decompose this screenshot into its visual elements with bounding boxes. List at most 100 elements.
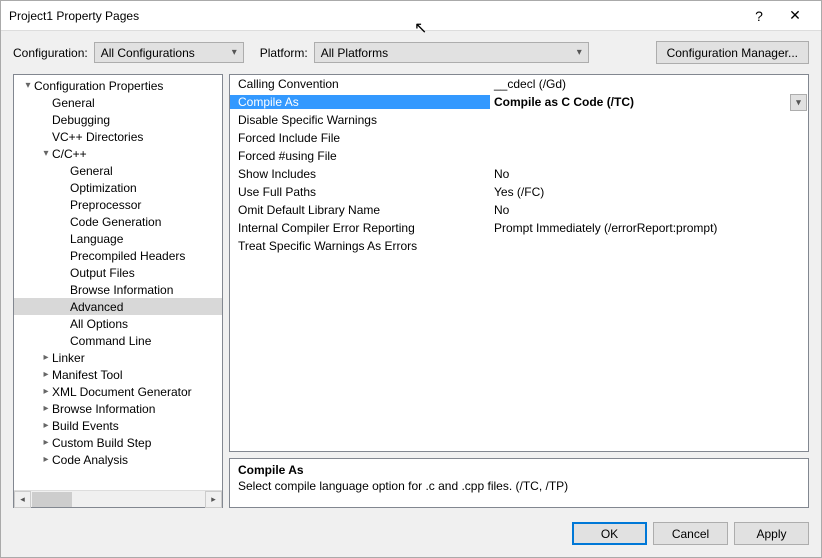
property-row[interactable]: Forced #using File (230, 147, 808, 165)
property-name: Show Includes (230, 167, 490, 181)
platform-dropdown[interactable]: All Platforms ▾ (314, 42, 589, 63)
window-title: Project1 Property Pages (9, 9, 741, 23)
configuration-dropdown[interactable]: All Configurations ▾ (94, 42, 244, 63)
tree-item-label: Configuration Properties (34, 79, 163, 93)
property-value[interactable]: No (490, 203, 808, 217)
tree-item[interactable]: ▾Configuration Properties (14, 77, 222, 94)
tree-item-label: General (52, 96, 95, 110)
property-row[interactable]: Omit Default Library NameNo (230, 201, 808, 219)
tree-item-label: Browse Information (52, 402, 155, 416)
expand-icon[interactable]: ▸ (40, 420, 52, 431)
tree-horizontal-scrollbar[interactable]: ◂ ▸ (14, 490, 222, 507)
property-row[interactable]: Forced Include File (230, 129, 808, 147)
expand-icon[interactable]: ▸ (40, 454, 52, 465)
chevron-down-icon[interactable]: ▾ (790, 94, 807, 111)
tree-item-label: Browse Information (70, 283, 173, 297)
expand-icon[interactable]: ▸ (40, 437, 52, 448)
tree-item[interactable]: ▸Code Analysis (14, 451, 222, 468)
property-name: Forced #using File (230, 149, 490, 163)
scroll-left-icon[interactable]: ◂ (14, 491, 31, 508)
tree-item[interactable]: Output Files (14, 264, 222, 281)
cancel-button[interactable]: Cancel (653, 522, 728, 545)
property-name: Compile As (230, 95, 490, 109)
expand-icon[interactable]: ▾ (22, 80, 34, 91)
property-name: Forced Include File (230, 131, 490, 145)
tree-item[interactable]: ▸XML Document Generator (14, 383, 222, 400)
tree-item-label: Advanced (70, 300, 123, 314)
scroll-right-icon[interactable]: ▸ (205, 491, 222, 508)
tree-item[interactable]: Optimization (14, 179, 222, 196)
property-value[interactable]: __cdecl (/Gd) (490, 77, 808, 91)
description-panel: Compile As Select compile language optio… (229, 458, 809, 508)
tree-item[interactable]: VC++ Directories (14, 128, 222, 145)
tree-item-label: VC++ Directories (52, 130, 143, 144)
close-button[interactable]: ✕ (777, 7, 813, 24)
scroll-thumb[interactable] (32, 492, 72, 507)
property-row[interactable]: Calling Convention__cdecl (/Gd) (230, 75, 808, 93)
property-row[interactable]: Show IncludesNo (230, 165, 808, 183)
tree-item-label: Code Analysis (52, 453, 128, 467)
tree-item[interactable]: All Options (14, 315, 222, 332)
nav-tree[interactable]: ▾Configuration PropertiesGeneralDebuggin… (14, 75, 222, 490)
property-name: Disable Specific Warnings (230, 113, 490, 127)
tree-item[interactable]: ▸Manifest Tool (14, 366, 222, 383)
expand-icon[interactable]: ▾ (40, 148, 52, 159)
property-grid[interactable]: Calling Convention__cdecl (/Gd)Compile A… (229, 74, 809, 452)
main-area: ▾Configuration PropertiesGeneralDebuggin… (1, 68, 821, 516)
tree-pane: ▾Configuration PropertiesGeneralDebuggin… (13, 74, 223, 508)
config-row: Configuration: All Configurations ▾ Plat… (1, 31, 821, 68)
expand-icon[interactable]: ▸ (40, 386, 52, 397)
tree-item-label: Custom Build Step (52, 436, 151, 450)
tree-item[interactable]: Code Generation (14, 213, 222, 230)
property-row[interactable]: Internal Compiler Error ReportingPrompt … (230, 219, 808, 237)
tree-item[interactable]: Preprocessor (14, 196, 222, 213)
platform-label: Platform: (260, 46, 308, 60)
property-value[interactable]: No (490, 167, 808, 181)
dialog-buttons: OK Cancel Apply (1, 516, 821, 557)
ok-button[interactable]: OK (572, 522, 647, 545)
tree-item[interactable]: Debugging (14, 111, 222, 128)
tree-item[interactable]: Advanced (14, 298, 222, 315)
property-row[interactable]: Disable Specific Warnings (230, 111, 808, 129)
tree-item-label: Command Line (70, 334, 151, 348)
property-row[interactable]: Use Full PathsYes (/FC) (230, 183, 808, 201)
tree-item[interactable]: ▾C/C++ (14, 145, 222, 162)
tree-item-label: Build Events (52, 419, 119, 433)
expand-icon[interactable]: ▸ (40, 352, 52, 363)
tree-item[interactable]: Command Line (14, 332, 222, 349)
tree-item[interactable]: ▸Build Events (14, 417, 222, 434)
property-value[interactable]: Yes (/FC) (490, 185, 808, 199)
property-name: Use Full Paths (230, 185, 490, 199)
tree-item-label: XML Document Generator (52, 385, 192, 399)
tree-item[interactable]: Precompiled Headers (14, 247, 222, 264)
chevron-down-icon: ▾ (232, 47, 237, 58)
right-pane: Calling Convention__cdecl (/Gd)Compile A… (229, 74, 809, 508)
tree-item[interactable]: Browse Information (14, 281, 222, 298)
apply-button[interactable]: Apply (734, 522, 809, 545)
configuration-label: Configuration: (13, 46, 88, 60)
property-value[interactable]: Prompt Immediately (/errorReport:prompt) (490, 221, 808, 235)
configuration-value: All Configurations (101, 46, 195, 60)
tree-item-label: Language (70, 232, 123, 246)
expand-icon[interactable]: ▸ (40, 403, 52, 414)
tree-item[interactable]: General (14, 94, 222, 111)
tree-item-label: Linker (52, 351, 85, 365)
tree-item[interactable]: General (14, 162, 222, 179)
description-title: Compile As (238, 463, 800, 477)
tree-item-label: Manifest Tool (52, 368, 122, 382)
titlebar: Project1 Property Pages ? ✕ (1, 1, 821, 31)
tree-item[interactable]: ▸Browse Information (14, 400, 222, 417)
tree-item-label: All Options (70, 317, 128, 331)
property-value[interactable]: Compile as C Code (/TC)▾ (490, 94, 808, 111)
property-row[interactable]: Compile AsCompile as C Code (/TC)▾ (230, 93, 808, 111)
tree-item[interactable]: ▸Custom Build Step (14, 434, 222, 451)
property-row[interactable]: Treat Specific Warnings As Errors (230, 237, 808, 255)
tree-item[interactable]: ▸Linker (14, 349, 222, 366)
property-name: Omit Default Library Name (230, 203, 490, 217)
help-button[interactable]: ? (741, 8, 777, 24)
configuration-manager-button[interactable]: Configuration Manager... (656, 41, 809, 64)
expand-icon[interactable]: ▸ (40, 369, 52, 380)
tree-item-label: Preprocessor (70, 198, 141, 212)
tree-item[interactable]: Language (14, 230, 222, 247)
chevron-down-icon: ▾ (577, 47, 582, 58)
